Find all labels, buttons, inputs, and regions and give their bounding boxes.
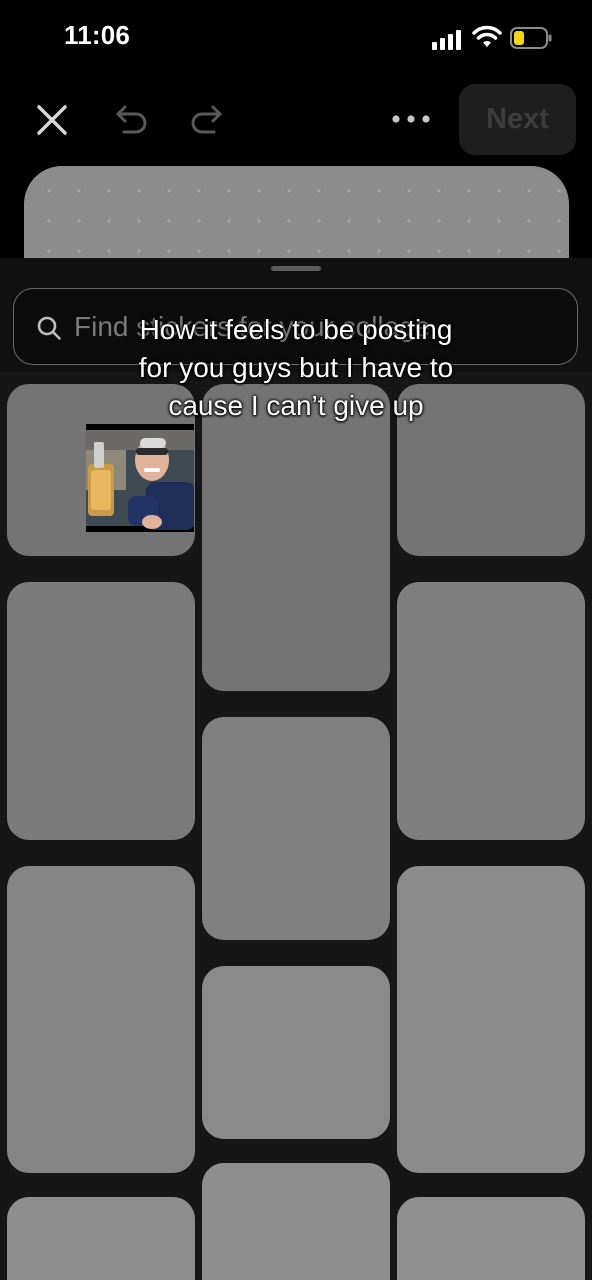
undo-icon[interactable] <box>110 102 150 138</box>
sticker-tile[interactable] <box>397 866 585 1173</box>
close-icon[interactable] <box>32 100 72 140</box>
person-video-icon <box>86 424 194 532</box>
sticker-tile[interactable] <box>7 1197 195 1280</box>
sticker-tile[interactable] <box>202 717 390 940</box>
caption-line: cause I can’t give up <box>168 390 424 421</box>
sticker-tile[interactable] <box>7 582 195 840</box>
redo-icon[interactable] <box>188 102 228 138</box>
sticker-tile[interactable] <box>397 1197 585 1280</box>
caption-line: for you guys but I have to <box>138 352 454 383</box>
sticker-tile[interactable] <box>7 866 195 1173</box>
video-caption: How it feels to be posting for you guys … <box>40 311 552 425</box>
video-thumbnail <box>86 424 194 532</box>
collage-editor-screen: 11:06 Next Find stickers for your collag… <box>0 0 592 1280</box>
sticker-tile[interactable] <box>202 384 390 691</box>
sticker-tile[interactable] <box>202 1163 390 1280</box>
status-time: 11:06 <box>64 20 131 50</box>
wifi-icon <box>472 25 502 47</box>
collage-canvas[interactable] <box>24 166 569 258</box>
battery-icon <box>510 27 552 49</box>
sticker-tile[interactable] <box>397 582 585 840</box>
more-icon[interactable] <box>388 104 434 134</box>
sticker-tile[interactable] <box>202 966 390 1139</box>
next-button[interactable]: Next <box>459 84 576 155</box>
signal-icon <box>432 30 461 50</box>
sheet-grabber[interactable] <box>271 266 321 271</box>
caption-line: How it feels to be posting <box>139 314 453 345</box>
